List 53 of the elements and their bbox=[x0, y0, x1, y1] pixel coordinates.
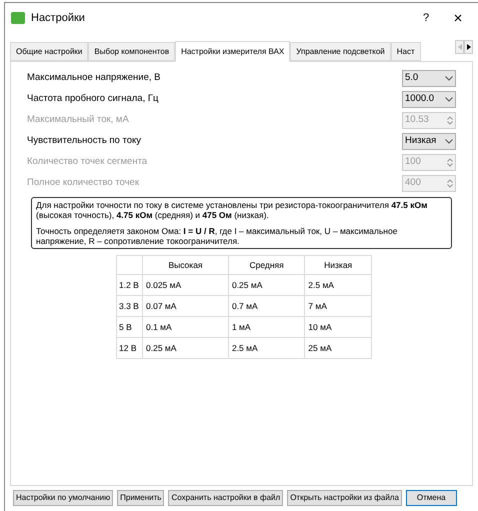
table-cell: 10 мА bbox=[304, 316, 372, 338]
dialog-button[interactable]: Применить bbox=[117, 490, 164, 506]
scroll-right-button[interactable] bbox=[464, 40, 473, 54]
column-header: Низкая bbox=[304, 256, 372, 274]
row-header: 1.2 В bbox=[116, 274, 142, 296]
tab[interactable]: Выбор компонентов bbox=[88, 42, 176, 61]
chevron-down-icon bbox=[445, 97, 453, 102]
table-cell: 1 мА bbox=[228, 316, 305, 338]
table-cell: 2.5 мА bbox=[228, 338, 305, 358]
column-header: Высокая bbox=[142, 256, 228, 274]
field-label: Максимальное напряжение, В bbox=[27, 71, 160, 86]
tab[interactable]: Общие настройки bbox=[10, 42, 88, 61]
dialog-button[interactable]: Отмена bbox=[406, 490, 457, 506]
close-button[interactable]: × bbox=[444, 10, 472, 26]
table-cell: 0.7 мА bbox=[228, 296, 305, 316]
table-cell: 2.5 мА bbox=[304, 274, 372, 296]
table-cell: 0.25 мА bbox=[228, 274, 305, 296]
dialog-button[interactable]: Сохранить настройки в файл bbox=[168, 490, 284, 506]
table-cell: 0.25 мА bbox=[142, 338, 228, 358]
info-text: Точность определяетя законом Ома: I = U / R, где I – максимальный ток, U – максимальное напряжение, R – сопротивление токоограничителя. bbox=[36, 226, 398, 246]
field-label: Максимальный ток, мА bbox=[27, 113, 129, 128]
chevron-down-icon bbox=[445, 139, 453, 144]
table-cell: 7 мА bbox=[304, 296, 372, 316]
field-label: Чувствительность по току bbox=[27, 134, 142, 148]
table-cell: 0.025 мА bbox=[142, 274, 228, 296]
field-label: Количество точек сегмента bbox=[27, 155, 148, 170]
info-text: Для настройки точности по току в системе установлены три резистора-токоограничителя 47.5 кОм (высокая точность), 4.75 кОм (средняя) и 475 Ом (низкая). bbox=[36, 200, 428, 220]
column-header: Средняя bbox=[228, 256, 305, 274]
table-cell: 0.1 мА bbox=[142, 316, 228, 338]
tab[interactable]: Управление подсветкой bbox=[290, 42, 391, 61]
row-header: 5 В bbox=[116, 316, 142, 338]
app-logo-icon bbox=[11, 12, 25, 24]
dropdown[interactable]: Низкая bbox=[402, 133, 456, 150]
spinner-arrows-icon bbox=[447, 116, 453, 125]
table-cell: 0.07 мА bbox=[142, 296, 228, 316]
dropdown[interactable]: 5.0 bbox=[402, 70, 456, 87]
field-label: Частота пробного сигнала, Гц bbox=[27, 92, 158, 106]
dialog-button[interactable]: Открыть настройки из файла bbox=[287, 490, 402, 506]
chevron-down-icon bbox=[445, 76, 453, 81]
right-arrow-icon bbox=[466, 44, 470, 50]
window-title: Настройки bbox=[31, 10, 86, 26]
table-cell: 25 мА bbox=[304, 338, 372, 358]
spinner-arrows-icon bbox=[447, 158, 453, 167]
dialog-button[interactable]: Настройки по умолчанию bbox=[13, 490, 114, 506]
left-arrow-icon bbox=[458, 44, 462, 50]
help-button[interactable]: ? bbox=[414, 10, 438, 26]
row-header: 3.3 В bbox=[116, 296, 142, 316]
field-label: Полное количество точек bbox=[27, 176, 139, 190]
tab[interactable]: Настройки измерителя ВАХ bbox=[175, 41, 290, 62]
row-header: 12 В bbox=[116, 338, 142, 358]
spinner-arrows-icon bbox=[447, 179, 453, 188]
tab[interactable]: Наст bbox=[390, 42, 421, 61]
dropdown[interactable]: 1000.0 bbox=[402, 91, 456, 108]
